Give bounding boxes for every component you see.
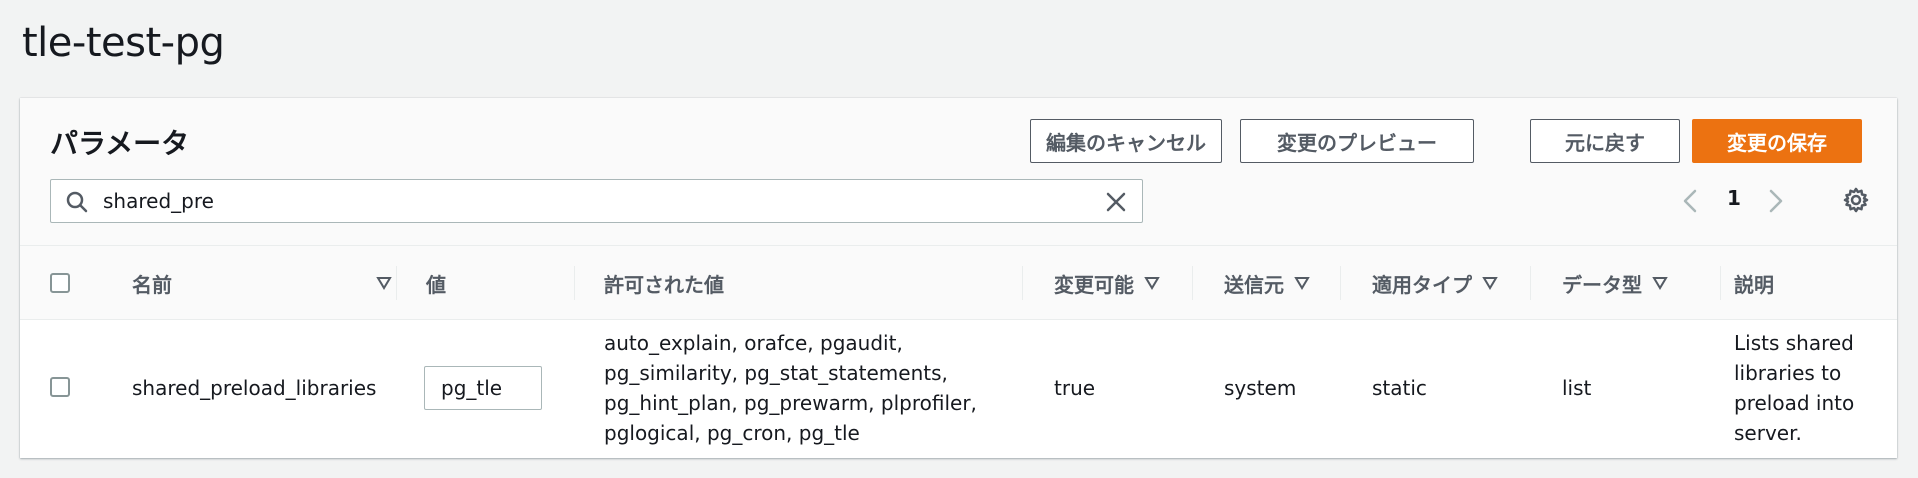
table-header: 名前 値 許可された値 変更可能 送信元 適用タイプ データ型 説明 [20,246,1897,320]
column-header-description: 説明 [1734,246,1774,320]
parameter-value-input[interactable] [424,366,542,410]
allowed-values: auto_explain, orafce, pgaudit, pg_simila… [604,328,977,448]
parameter-name: shared_preload_libraries [132,376,377,400]
allowed-values-line: auto_explain, orafce, pgaudit, [604,331,903,355]
caret-down-icon[interactable] [1294,271,1310,295]
column-divider [1530,266,1531,300]
preview-changes-button[interactable]: 変更のプレビュー [1240,119,1474,163]
caret-down-icon[interactable] [1652,271,1668,295]
search-box [50,179,1143,223]
column-header-name-label: 名前 [132,272,172,297]
column-header-apply-type-label: 適用タイプ [1372,272,1472,297]
data-type-value: list [1562,376,1592,400]
modifiable-value: true [1054,376,1096,400]
column-divider [1720,266,1721,300]
column-header-value-label: 値 [426,272,446,297]
column-header-data-type[interactable]: データ型 [1562,246,1668,320]
column-divider [1340,266,1341,300]
description-line: server. [1734,421,1802,445]
search-icon [65,190,89,218]
column-divider [1022,266,1023,300]
save-changes-button[interactable]: 変更の保存 [1692,119,1862,163]
column-header-name[interactable]: 名前 [132,246,392,320]
column-divider [1192,266,1193,300]
close-icon[interactable] [1104,190,1128,218]
table-row: shared_preload_libraries auto_explain, o… [20,320,1897,458]
gear-icon[interactable] [1842,186,1870,218]
column-header-source-label: 送信元 [1224,272,1284,297]
source-value: system [1224,376,1297,400]
chevron-right-icon[interactable] [1766,188,1786,218]
panel-header: パラメータ 編集のキャンセル 変更のプレビュー 元に戻す 変更の保存 1 [20,98,1897,246]
column-header-apply-type[interactable]: 適用タイプ [1372,246,1498,320]
panel-title: パラメータ [50,127,190,160]
caret-down-icon[interactable] [1482,271,1498,295]
caret-down-icon[interactable] [1144,271,1160,295]
description-line: preload into [1734,391,1855,415]
reset-button[interactable]: 元に戻す [1530,119,1680,163]
allowed-values-line: pglogical, pg_cron, pg_tle [604,421,860,445]
allowed-values-line: pg_similarity, pg_stat_statements, [604,361,948,385]
allowed-values-line: pg_hint_plan, pg_prewarm, plprofiler, [604,391,977,415]
column-header-source[interactable]: 送信元 [1224,246,1310,320]
column-header-modifiable-label: 変更可能 [1054,272,1134,297]
chevron-left-icon[interactable] [1680,188,1700,218]
search-input[interactable] [103,186,1063,216]
description-line: libraries to [1734,361,1842,385]
description-line: Lists shared [1734,331,1854,355]
column-header-data-type-label: データ型 [1562,272,1642,297]
parameters-panel: パラメータ 編集のキャンセル 変更のプレビュー 元に戻す 変更の保存 1 [20,98,1897,458]
column-header-allowed-values-label: 許可された値 [604,272,724,297]
page-number[interactable]: 1 [1720,186,1748,210]
cancel-edit-button[interactable]: 編集のキャンセル [1030,119,1222,163]
row-checkbox[interactable] [50,377,70,397]
caret-down-icon[interactable] [376,271,392,295]
select-all-checkbox[interactable] [50,273,70,293]
column-header-modifiable[interactable]: 変更可能 [1054,246,1160,320]
column-header-value: 値 [426,246,446,320]
page-title: tle-test-pg [22,20,225,66]
description-value: Lists shared libraries to preload into s… [1734,328,1854,448]
apply-type-value: static [1372,376,1427,400]
column-header-description-label: 説明 [1734,272,1774,297]
column-divider [396,266,397,300]
column-divider [574,266,575,300]
column-header-allowed-values: 許可された値 [604,246,724,320]
